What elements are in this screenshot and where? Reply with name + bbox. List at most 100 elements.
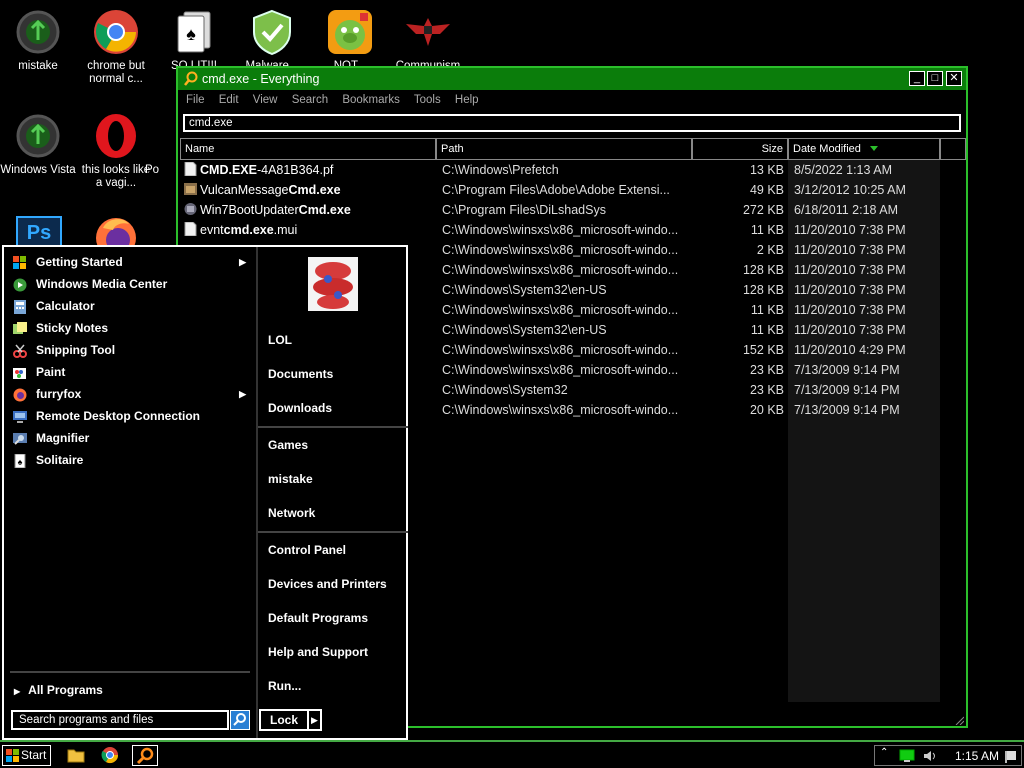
action-center-flag-icon[interactable]: [1004, 749, 1018, 766]
place-help-support[interactable]: Help and Support: [268, 645, 368, 659]
all-programs-arrow-icon: ▶: [14, 687, 21, 696]
desktop-icon-opera[interactable]: this looks like a vagi...: [78, 112, 154, 190]
taskbar-everything-button[interactable]: [132, 745, 158, 766]
desktop-icon-label: Windows Vista: [0, 164, 76, 176]
program-remote-desktop[interactable]: Remote Desktop Connection: [8, 405, 254, 427]
program-label: Windows Media Center: [36, 277, 168, 291]
network-icon[interactable]: [899, 749, 915, 766]
program-calculator[interactable]: Calculator: [8, 295, 254, 317]
place-default-programs[interactable]: Default Programs: [268, 611, 368, 625]
place-games[interactable]: Games: [268, 438, 308, 452]
program-furryfox[interactable]: furryfox ▶: [8, 383, 254, 405]
submenu-arrow-icon: ▶: [239, 389, 246, 399]
menu-file[interactable]: File: [186, 94, 205, 106]
file-size-cell: 11 KB: [750, 223, 784, 237]
program-magnifier[interactable]: Magnifier: [8, 427, 254, 449]
taskbar-chrome-button[interactable]: [98, 745, 124, 766]
file-path-cell: C:\Windows\System32\en-US: [442, 283, 607, 297]
file-path-cell: C:\Windows\winsxs\x86_microsoft-windo...: [442, 303, 679, 317]
desktop-icon-po[interactable]: Po: [145, 112, 175, 177]
file-name-match: Cmd.exe: [298, 203, 351, 217]
taskbar: Start ⌃ 1:15 AM: [0, 740, 1024, 768]
file-path-cell: C:\Windows\winsxs\x86_microsoft-windo...: [442, 223, 679, 237]
place-devices-printers[interactable]: Devices and Printers: [268, 577, 387, 591]
desktop-icon-mistake[interactable]: mistake: [0, 8, 76, 73]
desktop-icon-malware[interactable]: Malware...: [234, 8, 310, 73]
shield-check-icon: [248, 8, 296, 56]
place-run[interactable]: Run...: [268, 679, 301, 693]
table-row[interactable]: Win7BootUpdaterCmd.exe C:\Program Files\D…: [178, 200, 968, 220]
place-network[interactable]: Network: [268, 506, 315, 520]
column-header-date[interactable]: Date Modified: [788, 138, 940, 160]
table-row[interactable]: evntcmd.exe.mui C:\Windows\winsxs\x86_mic…: [178, 220, 968, 240]
photoshop-icon[interactable]: Ps: [16, 216, 62, 246]
title-bar[interactable]: cmd.exe - Everything _ □ ✕: [178, 68, 966, 90]
start-search-input[interactable]: [11, 710, 229, 730]
start-label: Start: [21, 748, 47, 762]
file-size-cell: 20 KB: [749, 403, 784, 417]
desktop-icon-communism[interactable]: Communism: [390, 8, 466, 73]
place-control-panel[interactable]: Control Panel: [268, 543, 346, 557]
program-snipping-tool[interactable]: Snipping Tool: [8, 339, 254, 361]
program-getting-started[interactable]: Getting Started ▶: [8, 251, 254, 273]
close-button[interactable]: ✕: [946, 71, 962, 86]
minimize-button[interactable]: _: [909, 71, 925, 86]
menu-tools[interactable]: Tools: [414, 94, 441, 106]
magnifier-icon: [13, 431, 27, 445]
place-documents[interactable]: Documents: [268, 367, 333, 381]
program-solitaire[interactable]: ♠ Solitaire: [8, 449, 254, 471]
taskbar-explorer-button[interactable]: [64, 745, 90, 766]
file-name-suffix: -4A81B364.pf: [256, 163, 334, 177]
menu-view[interactable]: View: [253, 94, 278, 106]
program-label: Getting Started: [36, 255, 123, 269]
desktop-icon-not[interactable]: NOT...: [312, 8, 388, 73]
program-windows-media-center[interactable]: Windows Media Center: [8, 273, 254, 295]
start-button[interactable]: Start: [2, 745, 51, 766]
menu-help[interactable]: Help: [455, 94, 479, 106]
all-programs-button[interactable]: ▶ All Programs: [10, 683, 103, 697]
program-label: Snipping Tool: [36, 343, 116, 357]
place-lol[interactable]: LOL: [268, 333, 292, 347]
table-row[interactable]: VulcanMessageCmd.exe C:\Program Files\Ado…: [178, 180, 968, 200]
clock[interactable]: 1:15 AM: [955, 749, 999, 763]
user-picture[interactable]: [308, 257, 358, 311]
show-hidden-icons-icon[interactable]: ⌃: [880, 747, 888, 758]
menu-search[interactable]: Search: [292, 94, 328, 106]
divider: [10, 671, 250, 673]
table-row[interactable]: CMD.EXE-4A81B364.pf C:\Windows\Prefetch 13…: [178, 160, 968, 180]
window-title: cmd.exe - Everything: [202, 72, 320, 86]
power-options-arrow-button[interactable]: ▶: [309, 709, 322, 731]
column-header-spacer: [940, 138, 966, 160]
notification-area: ⌃ 1:15 AM: [874, 745, 1022, 766]
remote-desktop-icon: [13, 409, 27, 423]
desktop-icon-chrome[interactable]: chrome but normal c...: [78, 8, 154, 86]
column-header-path[interactable]: Path: [436, 138, 692, 160]
file-name-suffix: .mui: [273, 223, 298, 237]
search-input[interactable]: [183, 114, 961, 132]
menu-edit[interactable]: Edit: [219, 94, 239, 106]
file-name-match: Cmd.exe: [288, 183, 341, 197]
chrome-icon: [92, 8, 140, 56]
menu-bookmarks[interactable]: Bookmarks: [342, 94, 400, 106]
date-modified-cell: 8/5/2022 1:13 AM: [794, 163, 892, 177]
volume-icon[interactable]: [922, 749, 938, 766]
file-size-cell: 128 KB: [742, 263, 784, 277]
column-header-size[interactable]: Size: [692, 138, 788, 160]
search-icon[interactable]: [230, 710, 250, 730]
desktop-icon-windows-vista[interactable]: Windows Vista: [0, 112, 76, 177]
program-sticky-notes[interactable]: Sticky Notes: [8, 317, 254, 339]
program-label: Remote Desktop Connection: [36, 409, 201, 423]
lock-button[interactable]: Lock: [259, 709, 309, 731]
date-modified-cell: 11/20/2010 7:38 PM: [794, 263, 906, 277]
svg-text:♠: ♠: [186, 24, 196, 44]
column-header-name[interactable]: Name: [180, 138, 436, 160]
place-mistake[interactable]: mistake: [268, 472, 313, 486]
desktop-icon-so-lit[interactable]: ♠ SO LIT!!!: [156, 8, 232, 73]
file-size-cell: 11 KB: [750, 303, 784, 317]
date-modified-cell: 7/13/2009 9:14 PM: [794, 403, 900, 417]
resize-grip-icon[interactable]: [954, 714, 965, 726]
place-downloads[interactable]: Downloads: [268, 401, 332, 415]
program-paint[interactable]: Paint: [8, 361, 254, 383]
firefox-icon[interactable]: [93, 214, 139, 246]
maximize-button[interactable]: □: [927, 71, 943, 86]
